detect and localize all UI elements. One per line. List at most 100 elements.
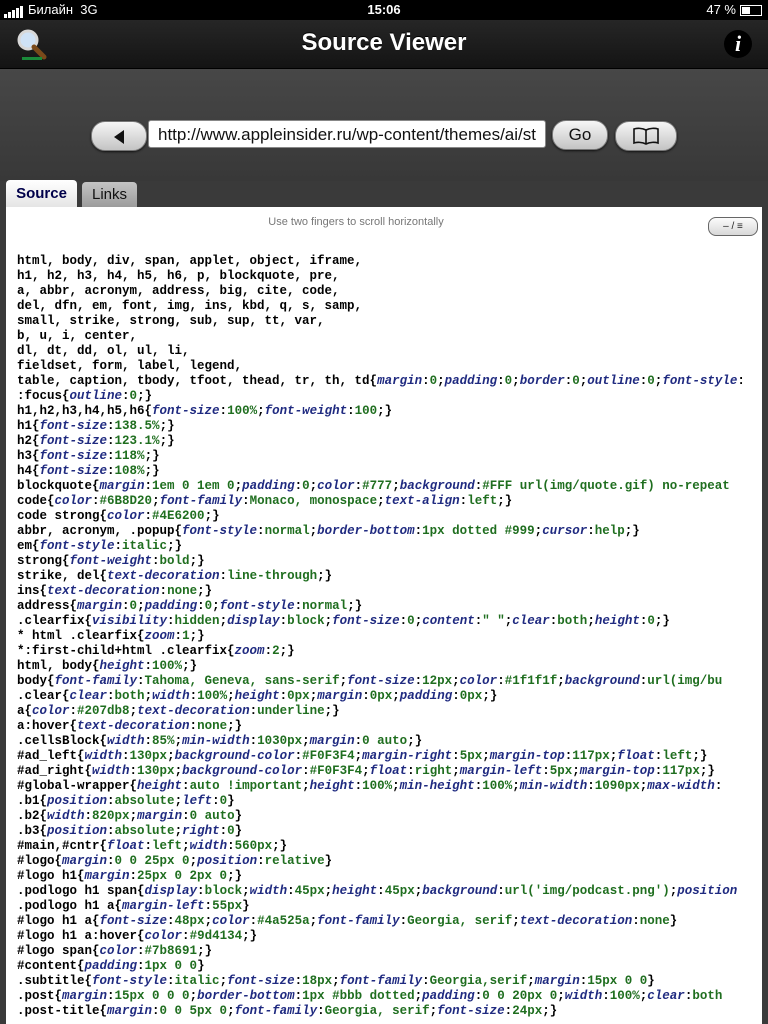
tab-links[interactable]: Links <box>82 182 137 208</box>
css-property: text-decoration <box>137 704 250 718</box>
url-input[interactable]: http://www.appleinsider.ru/wp-content/th… <box>148 120 546 148</box>
css-selector-text: } <box>234 809 243 823</box>
css-value: Tahoma, Geneva, sans-serif <box>144 674 340 688</box>
css-selector-text: ;} <box>204 509 220 523</box>
css-value: 0 <box>647 614 655 628</box>
css-selector-text: #logo h1 a:hover{ <box>17 929 145 943</box>
css-value: 1 <box>182 629 190 643</box>
code-line: h2{font-size:123.1%;} <box>17 434 745 449</box>
back-button[interactable] <box>91 121 147 151</box>
css-selector-text: : <box>414 674 423 688</box>
css-value: 100% <box>362 779 393 793</box>
css-selector-text: ; <box>309 524 318 538</box>
css-selector-text: small, strike, strong, sub, sup, tt, var… <box>17 314 325 328</box>
css-value: 130px <box>129 749 168 763</box>
code-line: #global-wrapper{height:auto !important;h… <box>17 779 745 794</box>
css-selector-text: #content{ <box>17 959 85 973</box>
css-selector-text: #logo{ <box>17 854 63 868</box>
css-selector-text: #logo h1 a{ <box>17 914 100 928</box>
css-value: #207db8 <box>77 704 130 718</box>
css-property: height <box>99 659 145 673</box>
wrap-toggle-button[interactable]: – / ≡ <box>708 217 758 236</box>
css-property: float <box>617 749 655 763</box>
css-selector-text: : <box>212 794 220 808</box>
css-selector-text: : <box>407 764 415 778</box>
css-property: outline <box>587 374 640 388</box>
css-selector-text: a:hover{ <box>17 719 78 733</box>
css-selector-text: ; <box>227 1004 235 1018</box>
css-property: zoom <box>234 644 265 658</box>
go-button[interactable]: Go <box>552 120 608 150</box>
css-selector-text: address{ <box>17 599 78 613</box>
css-value: 1px #bbb dotted <box>302 989 415 1003</box>
css-property: clear <box>647 989 685 1003</box>
css-value: 0px <box>459 689 483 703</box>
source-panel[interactable]: Use two fingers to scroll horizontally –… <box>6 207 762 1024</box>
css-selector-text: ; <box>137 599 145 613</box>
status-bar: Билайн 3G 15:06 47 % <box>0 0 768 20</box>
tab-source[interactable]: Source <box>6 180 77 208</box>
css-property: font-size <box>39 464 108 478</box>
css-selector-text: : <box>362 689 370 703</box>
css-property: background-color <box>174 749 295 763</box>
css-selector-text: .post{ <box>17 989 63 1003</box>
css-selector-text: ;} <box>197 584 213 598</box>
css-property: margin <box>62 989 108 1003</box>
css-selector-text: : <box>347 404 355 418</box>
css-value: Georgia, serif <box>407 914 513 928</box>
code-line: .b2{width:820px;margin:0 auto} <box>17 809 745 824</box>
css-selector-text: : <box>144 659 153 673</box>
css-value: auto !important <box>189 779 303 793</box>
css-value: 12px <box>422 674 453 688</box>
css-selector-text: : <box>197 599 205 613</box>
css-property: font-size <box>39 449 108 463</box>
css-property: max-width <box>647 779 715 793</box>
bookmarks-button[interactable] <box>615 121 677 151</box>
code-line: a:hover{text-decoration:none;} <box>17 719 745 734</box>
css-selector-text: fieldset, form, label, legend, <box>17 359 243 373</box>
css-selector-text: ;} <box>482 689 498 703</box>
css-value: left <box>467 494 498 508</box>
css-value: line-through <box>227 569 318 583</box>
css-value: hidden <box>174 614 220 628</box>
css-property: text-decoration <box>519 914 633 928</box>
css-selector-text: ; <box>309 914 318 928</box>
css-value: 0 <box>204 599 213 613</box>
css-selector-text: ; <box>189 989 198 1003</box>
css-selector-text: : <box>122 389 130 403</box>
css-property: background-color <box>182 764 303 778</box>
css-selector-text: : <box>107 989 115 1003</box>
code-line: blockquote{margin:1em 0 1em 0;padding:0;… <box>17 479 745 494</box>
css-value: italic <box>122 539 168 553</box>
css-selector-text: : <box>137 959 145 973</box>
css-value: 5px <box>459 749 483 763</box>
css-selector-text: ; <box>204 914 213 928</box>
css-property: margin-top <box>489 749 565 763</box>
css-selector-text: : <box>249 704 258 718</box>
css-selector-text: : <box>354 779 363 793</box>
info-icon[interactable]: i <box>724 30 752 58</box>
css-property: font-weight <box>264 404 348 418</box>
css-selector-text: } <box>324 854 333 868</box>
css-selector-text: ; <box>587 614 595 628</box>
code-line: table, caption, tbody, tfoot, thead, tr,… <box>17 374 745 389</box>
code-line: h4{font-size:108%;} <box>17 464 745 479</box>
css-value: #4E6200 <box>152 509 205 523</box>
css-selector-text: ; <box>234 479 243 493</box>
css-selector-text: ; <box>257 404 265 418</box>
css-property: font-style <box>182 524 258 538</box>
css-selector-text: ;} <box>279 644 295 658</box>
css-selector-text: } <box>197 959 205 973</box>
css-selector-text: ; <box>512 779 520 793</box>
code-line: :focus{outline:0;} <box>17 389 745 404</box>
css-selector-text: ; <box>392 479 400 493</box>
css-selector-text: : <box>414 524 423 538</box>
css-value: underline <box>257 704 325 718</box>
css-property: color <box>144 929 183 943</box>
css-value: 2 <box>272 644 280 658</box>
css-value: 560px <box>234 839 273 853</box>
app-title: Source Viewer <box>301 29 467 56</box>
code-line: #logo h1 a{font-size:48px;color:#4a525a;… <box>17 914 745 929</box>
battery-level <box>742 7 751 15</box>
css-value: 45px <box>384 884 415 898</box>
